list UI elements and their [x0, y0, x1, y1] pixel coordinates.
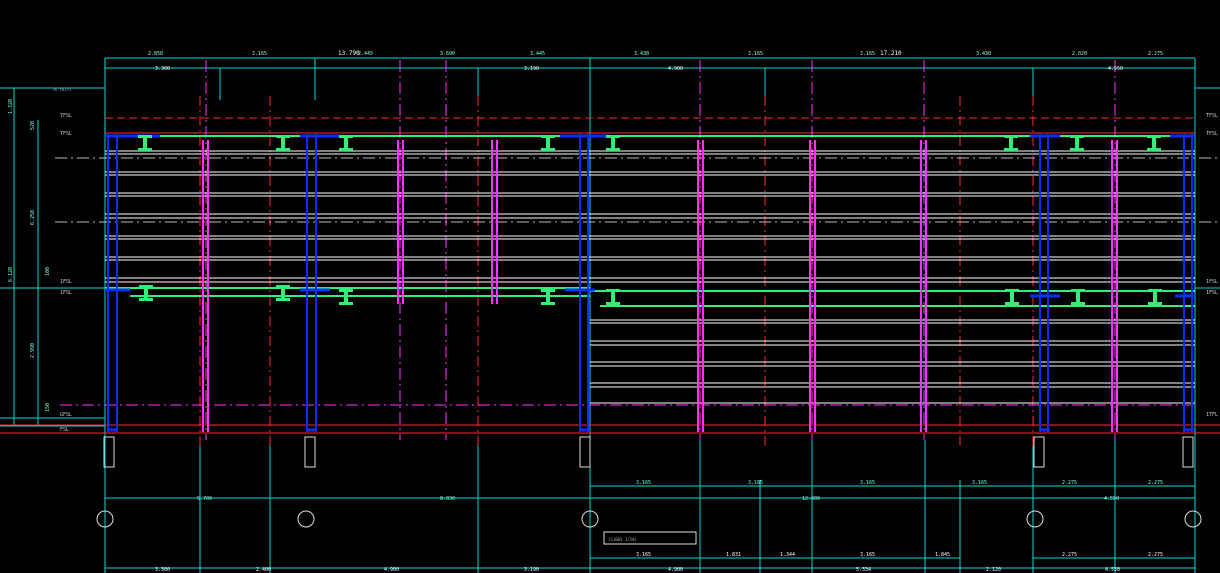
- beam-section-icon: [1148, 289, 1162, 305]
- bot-dim3-2: 1.831: [726, 552, 741, 558]
- bot-dim2-3: 12.000: [802, 496, 820, 502]
- bot-dim1-6: 2.275: [1148, 480, 1163, 486]
- bot-dim2-4: 4.550: [1104, 496, 1119, 502]
- left-tag: TW-TW1+5: [52, 87, 72, 92]
- beam-section-icon: [1004, 135, 1018, 151]
- beam-sections: [138, 135, 1162, 305]
- beam-section-icon: [276, 285, 290, 301]
- top-total-left: 13.790: [338, 50, 360, 57]
- level-right-4: 1FSL: [1206, 290, 1218, 296]
- vdim-6: 2.990: [30, 343, 36, 358]
- beam-section-icon: [139, 285, 153, 301]
- level-right-5: 1TFL: [1206, 412, 1218, 418]
- top-dim-1: 2.850: [148, 51, 163, 57]
- top-dim-7: 3.165: [748, 51, 763, 57]
- top-dim-5: 3.445: [530, 51, 545, 57]
- column-bases: [103, 436, 1194, 468]
- top-dim-10: 2.020: [1072, 51, 1087, 57]
- white-centerlines: [55, 157, 1220, 223]
- vdim-2: 520: [30, 121, 36, 130]
- top-dim-2: 3.165: [252, 51, 267, 57]
- top-dim2-1: 3.300: [155, 66, 170, 72]
- top-dim2-4: 4.550: [1108, 66, 1123, 72]
- vdim-7: 150: [45, 403, 51, 412]
- level-left-5: GFSL: [60, 412, 72, 418]
- beam-section-icon: [606, 289, 620, 305]
- grid-bubbles: [96, 510, 1202, 528]
- vdim-3: 6.250: [30, 210, 36, 225]
- beam-section-icon: [339, 135, 353, 151]
- bot-dim4-8: 4.550: [1105, 567, 1120, 573]
- top-dim-9: 3.430: [976, 51, 991, 57]
- bot-dim4-5: 4.900: [668, 567, 683, 573]
- bot-dim4-4: 3.190: [524, 567, 539, 573]
- top-dim-8: 3.165: [860, 51, 875, 57]
- bot-dim4-6: 5.334: [856, 567, 871, 573]
- level-left-2: TFSL: [60, 131, 72, 137]
- beams-green: [105, 135, 1195, 307]
- bot-dim4-7: 2.120: [986, 567, 1001, 573]
- top-total-right: 17.210: [880, 50, 902, 57]
- bot-dim1-4: 3.165: [972, 480, 987, 486]
- bot-dim4-1: 3.300: [155, 567, 170, 573]
- beam-section-icon: [541, 135, 555, 151]
- beam-section-icon: [1070, 135, 1084, 151]
- bot-dim2-1: 5.700: [197, 496, 212, 502]
- bot-dim3-1: 3.165: [636, 552, 651, 558]
- beam-section-icon: [138, 135, 152, 151]
- beam-section-icon: [606, 135, 620, 151]
- bot-dim1-2: 3.165: [748, 480, 763, 486]
- bot-dim4-2: 2.400: [256, 567, 271, 573]
- top-dim-11: 2.275: [1148, 51, 1163, 57]
- bot-dim1-1: 3.165: [636, 480, 651, 486]
- bot-dim1-3: 3.165: [860, 480, 875, 486]
- top-dim-6: 3.430: [634, 51, 649, 57]
- beam-section-icon: [1147, 135, 1161, 151]
- top-dim2-2: 3.190: [524, 66, 539, 72]
- beam-section-icon: [1005, 289, 1019, 305]
- beam-section-icon: [276, 135, 290, 151]
- bot-dim3b-1: 2.275: [1062, 552, 1077, 558]
- level-left-4: 1FSL: [60, 290, 72, 296]
- level-right-2: TFSL: [1206, 131, 1218, 137]
- vdim-1: 1.320: [8, 99, 14, 114]
- purlins-lower: [590, 319, 1195, 404]
- bot-dim2-2: 8.030: [440, 496, 455, 502]
- level-left-3: 1FSL: [60, 279, 72, 285]
- level-left-1: TFSL: [60, 113, 72, 119]
- level-left-6: FSL: [60, 427, 69, 433]
- top-dim2-3: 4.900: [668, 66, 683, 72]
- bot-dim3-3: 1.344: [780, 552, 795, 558]
- vdim-5: 100: [45, 267, 51, 276]
- vdim-4: 6.120: [8, 267, 14, 282]
- beam-section-icon: [1071, 289, 1085, 305]
- bot-dim3-5: 1.845: [935, 552, 950, 558]
- purlins-upper: [105, 150, 1195, 283]
- scale-note: (S1003 1/50): [608, 537, 637, 542]
- cad-drawing-canvas[interactable]: 2.850 3.165 13.790 2.445 3.690 3.445 3.4…: [0, 0, 1220, 573]
- bot-dim1-5: 2.275: [1062, 480, 1077, 486]
- top-dim-4: 3.690: [440, 51, 455, 57]
- level-right-3: 1FSL: [1206, 279, 1218, 285]
- level-right-1: TFSL: [1206, 113, 1218, 119]
- bot-dim4-3: 4.900: [384, 567, 399, 573]
- bot-dim3-4: 3.165: [860, 552, 875, 558]
- top-dim-3: 2.445: [358, 51, 373, 57]
- bot-dim3b-2: 2.275: [1148, 552, 1163, 558]
